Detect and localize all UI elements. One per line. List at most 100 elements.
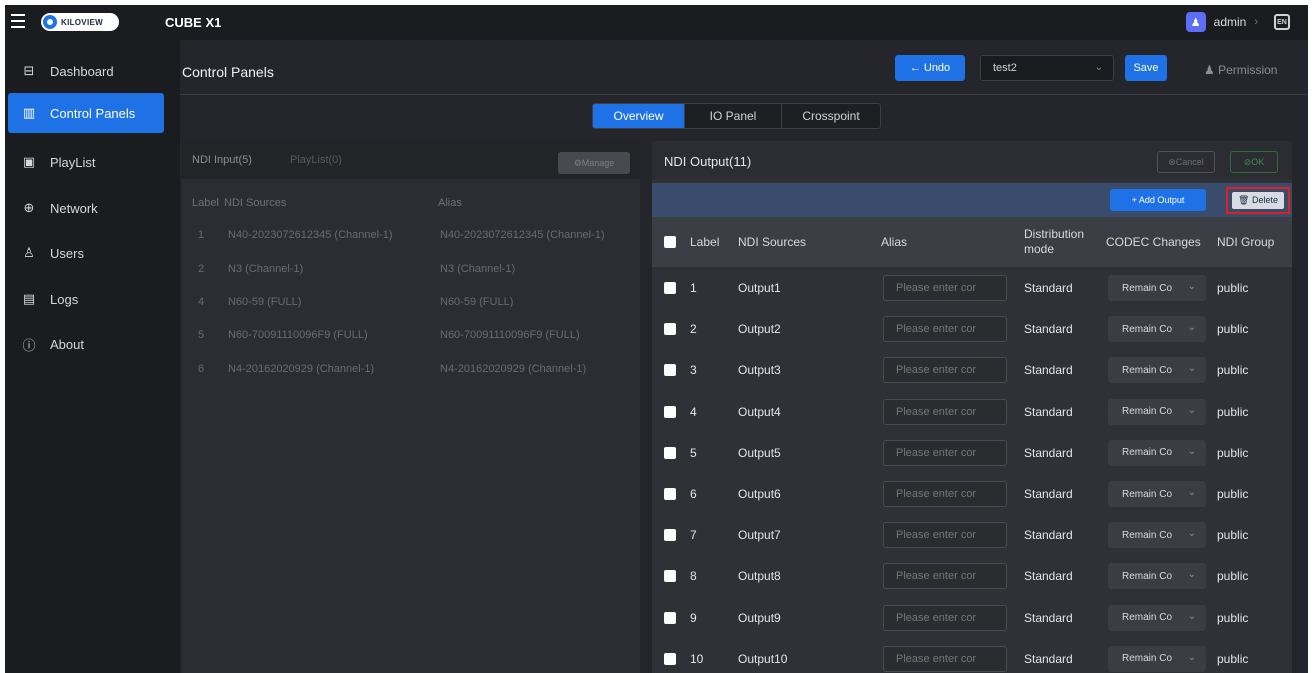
row-label: 4 [690,404,697,419]
table-row[interactable]: 7 Output7 Standard Remain Co ⌄ public [652,515,1292,556]
codec-select[interactable]: Remain Co ⌄ [1108,604,1206,631]
row-source: Output2 [738,322,781,337]
alias-input[interactable] [883,398,1007,425]
codec-select[interactable]: Remain Co ⌄ [1108,357,1206,384]
control-panels-icon: ▥ [22,105,36,120]
alias-input[interactable] [883,645,1007,672]
row-checkbox[interactable] [664,282,676,294]
alias-input[interactable] [883,604,1007,631]
codec-select[interactable]: Remain Co ⌄ [1108,439,1206,466]
delete-button[interactable]: 🗑 Delete [1232,192,1284,209]
row-label: 3 [690,363,697,378]
row-checkbox[interactable] [664,570,676,583]
menu-icon[interactable] [11,14,25,28]
tab-crosspoint[interactable]: Crosspoint [782,104,880,128]
table-row[interactable]: 9 Output9 Standard Remain Co ⌄ public [652,598,1292,639]
codec-value: Remain Co [1122,406,1173,418]
row-label: 5 [690,445,697,460]
row-source: Output8 [738,569,781,584]
sidebar-item-users[interactable]: ♙ Users [8,233,164,273]
tab-ndi-input[interactable]: NDI Input(5) [192,154,252,166]
ok-button[interactable]: ⊘OK [1230,151,1278,173]
tab-playlist[interactable]: PlayList(0) [290,154,342,166]
preset-select[interactable]: test2 ⌄ [980,55,1114,81]
save-button[interactable]: Save [1125,55,1167,81]
alias-input[interactable] [883,563,1007,590]
codec-value: Remain Co [1122,447,1173,459]
delete-button-highlight[interactable]: 🗑 Delete [1226,187,1290,214]
row-alias: N60-70091110096F9 (FULL) [440,329,580,341]
column-alias: Alias [881,235,908,249]
row-checkbox[interactable] [664,446,676,459]
sidebar-item-control-panels[interactable]: ▥ Control Panels [8,93,164,133]
alias-input[interactable] [883,522,1007,549]
row-distribution: Standard [1024,651,1073,666]
user-menu[interactable]: ♟ admin › EN [1185,12,1290,32]
row-label: 6 [690,487,697,501]
row-checkbox[interactable] [664,488,676,500]
chevron-down-icon: ⌄ [1094,62,1103,73]
codec-select[interactable]: Remain Co ⌄ [1108,275,1206,301]
row-group: public [1217,528,1249,543]
tab-io-panel[interactable]: IO Panel [685,104,782,128]
row-distribution: Standard [1024,404,1073,419]
codec-select[interactable]: Remain Co ⌄ [1108,563,1206,590]
user-avatar-icon[interactable]: ♟ [1185,12,1206,32]
table-row[interactable]: 3 Output3 Standard Remain Co ⌄ public [652,350,1292,391]
sidebar-item-playlist[interactable]: ▣ PlayList [8,142,164,182]
row-group: public [1217,610,1249,625]
row-checkbox[interactable] [664,529,676,542]
sidebar-item-label: About [50,336,84,352]
alias-input[interactable] [883,275,1007,301]
alias-input[interactable] [883,316,1007,343]
table-row[interactable]: 6 Output6 Standard Remain Co ⌄ public [652,474,1292,515]
select-all-checkbox[interactable] [664,236,676,248]
table-row[interactable]: 2 Output2 Standard Remain Co ⌄ public [652,309,1292,350]
row-source: Output9 [738,610,781,625]
cancel-button[interactable]: ⊗Cancel [1157,151,1215,173]
manage-button[interactable]: ⚙ Manage [558,152,630,174]
codec-select[interactable]: Remain Co ⌄ [1108,481,1206,507]
row-label: 10 [690,651,704,666]
sidebar-item-dashboard[interactable]: ⊟ Dashboard [8,51,164,91]
row-alias: N60-59 (FULL) [440,296,514,308]
alias-input[interactable] [883,439,1007,466]
codec-select[interactable]: Remain Co ⌄ [1108,522,1206,549]
undo-button[interactable]: ← Undo [895,55,965,81]
alias-input[interactable] [883,481,1007,507]
row-checkbox[interactable] [664,652,676,665]
row-checkbox[interactable] [664,364,676,377]
row-distribution: Standard [1024,322,1073,337]
chevron-down-icon: ⌄ [1187,569,1196,581]
permission-label: Permission [1218,63,1278,77]
sidebar: ⊟ Dashboard ▥ Control Panels ▣ PlayList … [5,40,180,673]
add-output-button[interactable]: + Add Output [1110,189,1206,211]
table-row[interactable]: 1 Output1 Standard Remain Co ⌄ public [652,268,1292,309]
row-group: public [1217,404,1249,419]
row-source: Output6 [738,487,781,501]
table-row[interactable]: 10 Output10 Standard Remain Co ⌄ public [652,639,1292,673]
sidebar-item-network[interactable]: ⊕ Network [8,188,164,228]
tab-overview[interactable]: Overview [593,104,685,128]
row-checkbox[interactable] [664,405,676,418]
row-checkbox[interactable] [664,611,676,624]
codec-select[interactable]: Remain Co ⌄ [1108,316,1206,343]
codec-value: Remain Co [1122,570,1173,582]
row-label: 6 [198,363,205,375]
sidebar-item-about[interactable]: ⓘ About [8,324,164,364]
table-row[interactable]: 4 Output4 Standard Remain Co ⌄ public [652,392,1292,433]
row-source: Output1 [738,281,781,295]
column-alias: Alias [438,197,462,209]
row-checkbox[interactable] [664,323,676,336]
codec-select[interactable]: Remain Co ⌄ [1108,645,1206,672]
permission-button[interactable]: ♟ Permission [1204,63,1277,77]
user-name[interactable]: admin [1214,15,1247,29]
manage-label: Manage [581,158,615,168]
column-label: Label [192,197,219,209]
sidebar-item-logs[interactable]: ▤ Logs [8,279,164,319]
alias-input[interactable] [883,357,1007,384]
codec-select[interactable]: Remain Co ⌄ [1108,398,1206,425]
language-icon[interactable]: EN [1274,14,1290,30]
table-row[interactable]: 8 Output8 Standard Remain Co ⌄ public [652,556,1292,597]
table-row[interactable]: 5 Output5 Standard Remain Co ⌄ public [652,433,1292,474]
